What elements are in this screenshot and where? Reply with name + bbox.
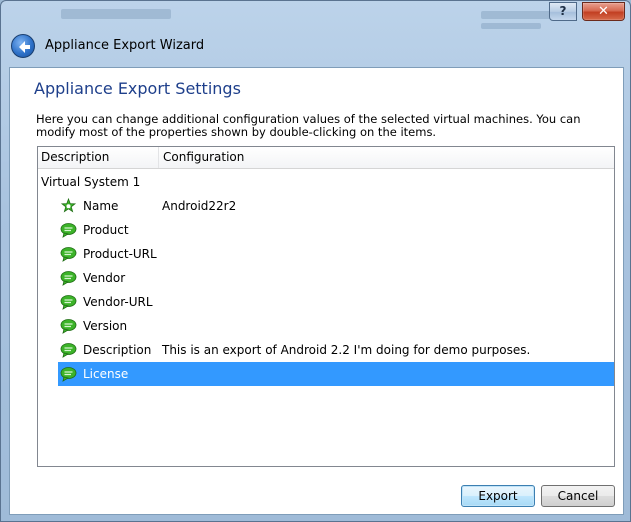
tree-row-name[interactable]: Name Android22r2	[38, 194, 614, 218]
tree-row-description[interactable]: Description This is an export of Android…	[38, 338, 614, 362]
tree-item-label: License	[83, 367, 129, 381]
column-header-configuration[interactable]: Configuration	[160, 147, 614, 168]
speech-bubble-icon	[60, 247, 77, 262]
settings-tree[interactable]: Description Configuration Virtual System…	[37, 146, 615, 467]
tree-item-value[interactable]: This is an export of Android 2.2 I'm doi…	[162, 338, 530, 362]
speech-bubble-icon	[60, 223, 77, 238]
page-heading: Appliance Export Settings	[34, 79, 241, 98]
back-button[interactable]	[11, 34, 35, 58]
virtual-system-label: Virtual System 1	[41, 175, 141, 189]
page-description: Here you can change additional configura…	[36, 112, 581, 139]
tree-row-version[interactable]: Version	[38, 314, 614, 338]
column-header-description[interactable]: Description	[38, 147, 159, 168]
tree-item-label: Version	[83, 319, 128, 333]
tree-row-license[interactable]: License	[38, 362, 614, 386]
export-button[interactable]: Export	[461, 485, 535, 507]
help-button[interactable]: ?	[549, 2, 577, 21]
tree-item-label: Vendor	[83, 271, 126, 285]
tree-row-product[interactable]: Product	[38, 218, 614, 242]
tree-item-label: Name	[83, 199, 119, 213]
cancel-button[interactable]: Cancel	[541, 485, 615, 507]
tree-item-label: Description	[83, 343, 152, 357]
tree-item-value[interactable]: Android22r2	[162, 194, 236, 218]
tree-item-label: Product	[83, 223, 129, 237]
window-frame: ? ✕ Appliance Export Wizard Appliance Ex…	[0, 0, 631, 522]
speech-bubble-icon	[60, 343, 77, 358]
window-title: Appliance Export Wizard	[45, 38, 205, 53]
selection-highlight	[58, 362, 614, 386]
speech-bubble-icon	[60, 319, 77, 334]
name-star-icon	[60, 198, 77, 213]
speech-bubble-icon	[60, 367, 77, 382]
tree-header: Description Configuration	[38, 147, 614, 169]
close-button[interactable]: ✕	[582, 2, 625, 21]
background-window-ghost	[41, 3, 581, 33]
tree-row-product-url[interactable]: Product-URL	[38, 242, 614, 266]
tree-row-vendor[interactable]: Vendor	[38, 266, 614, 290]
back-arrow-icon	[19, 41, 30, 53]
speech-bubble-icon	[60, 295, 77, 310]
tree-row-virtual-system[interactable]: Virtual System 1	[38, 170, 614, 194]
wizard-page: Appliance Export Settings Here you can c…	[9, 67, 624, 515]
tree-item-label: Product-URL	[83, 247, 157, 261]
tree-item-label: Vendor-URL	[83, 295, 153, 309]
speech-bubble-icon	[60, 271, 77, 286]
tree-row-vendor-url[interactable]: Vendor-URL	[38, 290, 614, 314]
